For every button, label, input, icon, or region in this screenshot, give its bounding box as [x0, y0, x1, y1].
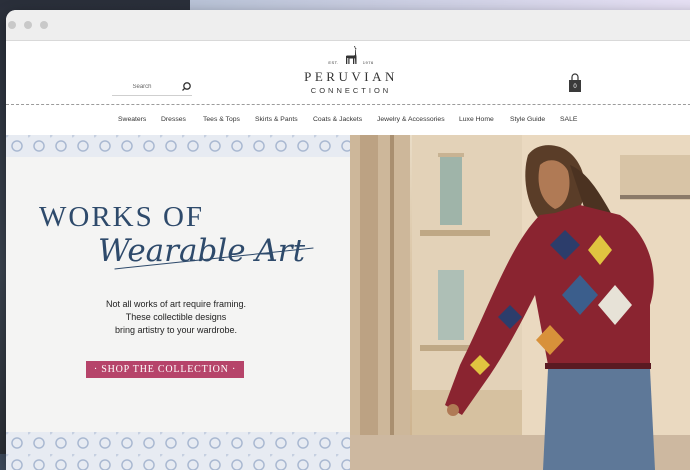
alpaca-icon: [345, 46, 357, 64]
nav-item-dresses[interactable]: Dresses: [161, 116, 186, 123]
main-nav: Sweaters Dresses Tees & Tops Skirts & Pa…: [6, 105, 690, 137]
hero-title: WORKS OF: [39, 201, 205, 233]
hero-copy-line-3: bring artistry to your wardrobe.: [114, 325, 238, 335]
nav-item-jewelry-accessories[interactable]: Jewelry & Accessories: [377, 116, 445, 123]
shop-collection-button[interactable]: · SHOP THE COLLECTION ·: [86, 361, 244, 378]
cart-count: 0: [573, 84, 577, 90]
decorative-pattern-bottom: [6, 432, 350, 470]
hero-copy-line-2: These collectible designs: [125, 312, 227, 322]
window-zoom-dot[interactable]: [40, 21, 48, 29]
window-close-dot[interactable]: [8, 21, 16, 29]
hero-description: Not all works of art require framing. Th…: [66, 298, 286, 337]
nav-item-luxe-home[interactable]: Luxe Home: [459, 116, 494, 123]
hero-text-panel: WORKS OF Wearable Art Not all works of a…: [6, 135, 350, 470]
site-header: EST. 1976 PERUVIAN CONNECTION 0: [6, 41, 690, 105]
window-titlebar: [6, 10, 690, 41]
logo-mark: EST. 1976: [286, 43, 416, 65]
logo-subtitle: CONNECTION: [310, 86, 392, 95]
search-input[interactable]: [112, 81, 172, 93]
hero-copy-line-1: Not all works of art require framing.: [105, 299, 247, 309]
browser-window: EST. 1976 PERUVIAN CONNECTION 0 Sweaters…: [6, 10, 690, 470]
nav-item-style-guide[interactable]: Style Guide: [510, 116, 545, 123]
hero-image: [350, 135, 690, 470]
nav-item-tees-tops[interactable]: Tees & Tops: [203, 116, 240, 123]
nav-item-sweaters[interactable]: Sweaters: [118, 116, 146, 123]
logo-year: 1976: [362, 60, 374, 65]
hero-banner: WORKS OF Wearable Art Not all works of a…: [6, 135, 690, 470]
site-logo[interactable]: EST. 1976 PERUVIAN CONNECTION: [286, 43, 416, 95]
model-photo-illustration: [350, 135, 690, 470]
search-box: [112, 81, 192, 96]
decorative-pattern-top: [6, 135, 350, 157]
logo-est: EST.: [328, 60, 339, 65]
nav-item-skirts-pants[interactable]: Skirts & Pants: [255, 116, 298, 123]
cart-button[interactable]: 0: [568, 71, 582, 93]
window-minimize-dot[interactable]: [24, 21, 32, 29]
nav-item-coats-jackets[interactable]: Coats & Jackets: [313, 116, 362, 123]
search-icon[interactable]: [180, 81, 192, 93]
logo-name: PERUVIAN: [304, 69, 398, 84]
nav-item-sale[interactable]: SALE: [560, 116, 577, 123]
